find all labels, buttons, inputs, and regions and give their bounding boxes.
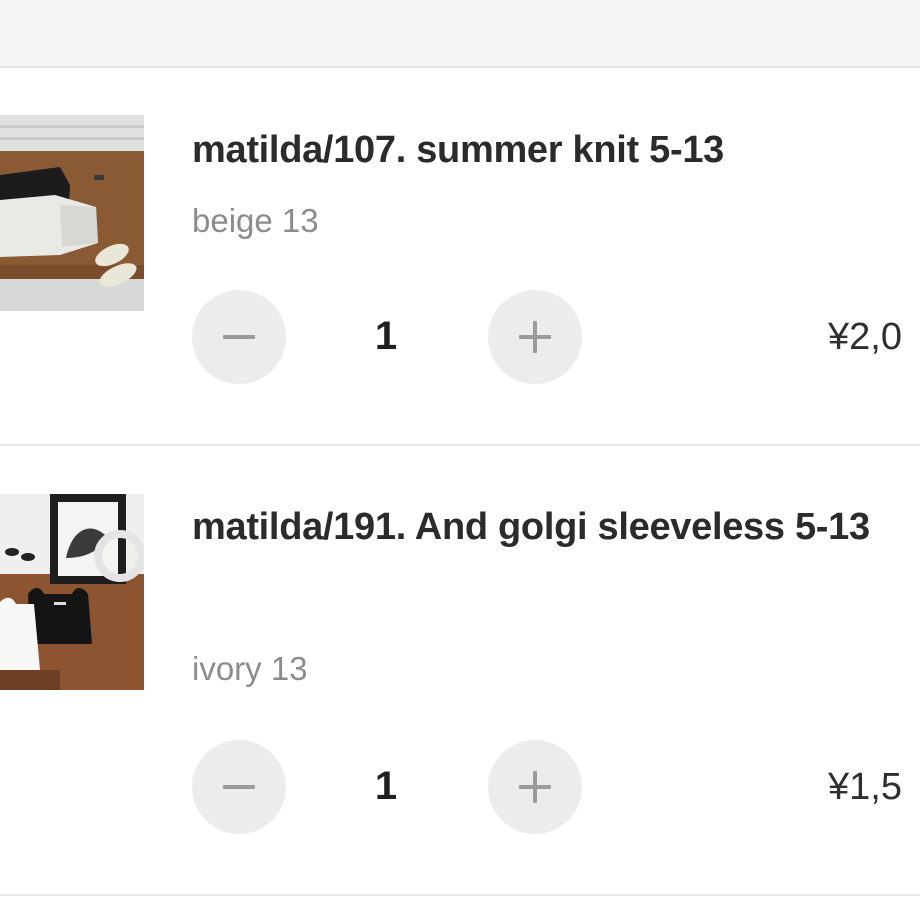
header-bar bbox=[0, 0, 920, 68]
cart-item: matilda/191. And golgi sleeveless 5-13 i… bbox=[0, 446, 920, 896]
product-price: ¥2,0 bbox=[828, 316, 902, 358]
decrease-quantity-button[interactable] bbox=[192, 740, 286, 834]
minus-icon bbox=[223, 785, 255, 789]
plus-icon bbox=[519, 771, 551, 803]
product-thumbnail[interactable] bbox=[0, 494, 144, 690]
minus-icon bbox=[223, 335, 255, 339]
quantity-value: 1 bbox=[374, 764, 398, 808]
cart-screen: matilda/107. summer knit 5-13 beige 13 1… bbox=[0, 0, 920, 920]
product-title[interactable]: matilda/107. summer knit 5-13 bbox=[192, 115, 897, 185]
product-price: ¥1,5 bbox=[828, 766, 902, 808]
increase-quantity-button[interactable] bbox=[488, 740, 582, 834]
plus-icon bbox=[519, 321, 551, 353]
decrease-quantity-button[interactable] bbox=[192, 290, 286, 384]
quantity-value: 1 bbox=[374, 314, 398, 358]
increase-quantity-button[interactable] bbox=[488, 290, 582, 384]
product-title[interactable]: matilda/191. And golgi sleeveless 5-13 bbox=[192, 492, 897, 562]
product-variant: beige 13 bbox=[192, 202, 319, 239]
product-thumbnail[interactable] bbox=[0, 115, 144, 311]
divider bbox=[0, 894, 920, 896]
product-variant: ivory 13 bbox=[192, 650, 308, 687]
product-photo bbox=[0, 115, 144, 311]
product-photo bbox=[0, 494, 144, 690]
cart-item: matilda/107. summer knit 5-13 beige 13 1… bbox=[0, 68, 920, 444]
